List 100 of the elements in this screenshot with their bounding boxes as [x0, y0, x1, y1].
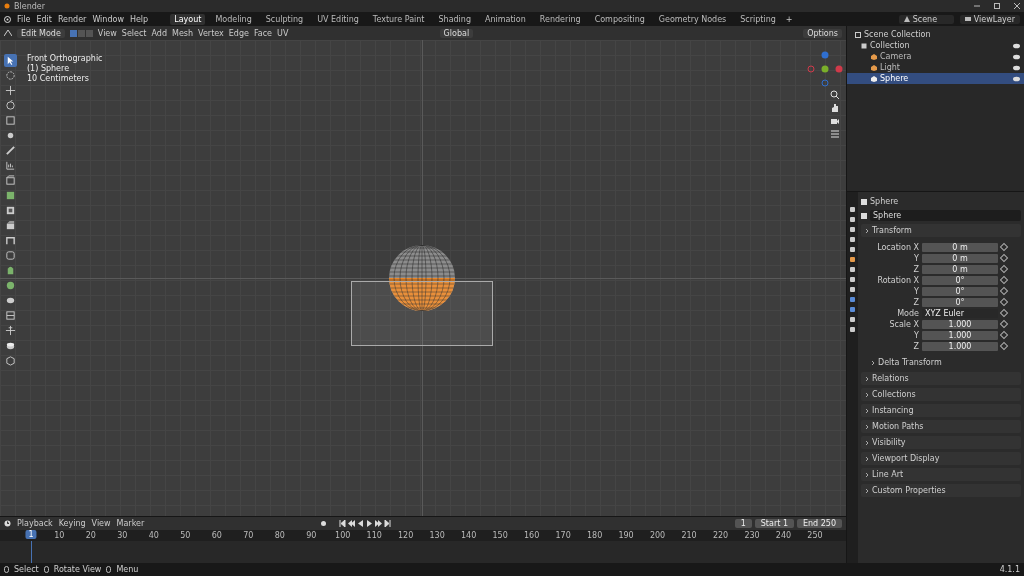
menu-item[interactable]: Marker	[116, 519, 145, 528]
outliner-item[interactable]: Sphere	[880, 74, 909, 83]
outliner-item[interactable]: Scene Collection	[864, 30, 931, 39]
number-field[interactable]: 0 m	[922, 264, 998, 274]
section-header[interactable]: Transform	[861, 224, 1021, 237]
tool-button[interactable]	[4, 309, 17, 322]
number-field[interactable]: 1.000	[922, 319, 998, 329]
number-field[interactable]: 0 m	[922, 253, 998, 263]
select-mode-button[interactable]	[69, 29, 77, 37]
maximize-icon[interactable]	[994, 3, 1000, 9]
play-icon[interactable]	[366, 520, 374, 527]
section-header[interactable]: Line Art	[861, 468, 1021, 481]
section-header[interactable]: Collections	[861, 388, 1021, 401]
number-field[interactable]: 0°	[922, 275, 998, 285]
grid-icon[interactable]	[830, 129, 840, 139]
menu-item[interactable]: Edge	[228, 28, 249, 38]
menu-item[interactable]: View	[97, 28, 117, 38]
tool-button[interactable]	[4, 189, 17, 202]
outliner-row[interactable]: Camera	[847, 51, 1024, 62]
tool-button[interactable]	[4, 174, 17, 187]
tool-button[interactable]	[4, 219, 17, 232]
workspace-tab[interactable]: Modeling	[211, 13, 256, 25]
hand-icon[interactable]	[830, 103, 840, 113]
workspace-tab[interactable]: Texture Paint	[368, 13, 429, 25]
tool-button[interactable]	[4, 234, 17, 247]
outliner-item[interactable]: Camera	[880, 52, 912, 61]
menu-item[interactable]: Mesh	[172, 28, 194, 38]
menu-item[interactable]: UV	[277, 28, 289, 38]
tool-button[interactable]	[4, 354, 17, 367]
number-field[interactable]: 0 m	[922, 242, 998, 252]
number-field[interactable]: 0°	[922, 286, 998, 296]
section-header[interactable]: Viewport Display	[861, 452, 1021, 465]
menu-item[interactable]: Playback	[17, 519, 53, 528]
start-frame-field[interactable]: Start 1	[754, 519, 794, 528]
number-field[interactable]: 1.000	[922, 341, 998, 351]
menu-item[interactable]: Window	[92, 14, 124, 24]
workspace-tab[interactable]: Rendering	[535, 13, 585, 25]
workspace-tab[interactable]: Sculpting	[261, 13, 308, 25]
minimize-icon[interactable]	[974, 3, 980, 9]
jump-end-icon[interactable]	[384, 520, 392, 527]
menu-item[interactable]: Vertex	[198, 28, 224, 38]
orientation-dropdown[interactable]: Global	[439, 28, 474, 38]
tool-button[interactable]	[4, 159, 17, 172]
view-layer-field[interactable]: ViewLayer	[959, 14, 1020, 24]
outliner-item[interactable]: Collection	[870, 41, 910, 50]
playhead-frame-badge[interactable]: 1	[25, 530, 37, 539]
previous-key-icon[interactable]	[348, 520, 356, 527]
zoom-icon[interactable]	[830, 90, 840, 100]
end-frame-field[interactable]: End 250	[796, 519, 842, 528]
section-header[interactable]: Motion Paths	[861, 420, 1021, 433]
workspace-tab[interactable]: Layout	[170, 13, 206, 25]
tool-button[interactable]	[4, 204, 17, 217]
menu-item[interactable]: Help	[129, 14, 149, 24]
close-icon[interactable]	[1014, 3, 1020, 9]
workspace-tab[interactable]: UV Editing	[313, 13, 363, 25]
play-reverse-icon[interactable]	[357, 520, 365, 527]
outliner-item[interactable]: Light	[880, 63, 900, 72]
menu-item[interactable]: File	[17, 14, 31, 24]
record-icon[interactable]	[320, 520, 328, 527]
workspace-tab[interactable]: Scripting	[736, 13, 780, 25]
section-header[interactable]: Visibility	[861, 436, 1021, 449]
navigation-gizmo[interactable]	[806, 50, 844, 88]
menu-item[interactable]: Face	[253, 28, 273, 38]
options-dropdown[interactable]: Options	[803, 28, 842, 38]
menu-item[interactable]: Keying	[58, 519, 86, 528]
workspace-tab[interactable]: Shading	[434, 13, 475, 25]
section-header[interactable]: Delta Transform	[867, 356, 1021, 369]
add-workspace-button[interactable]: +	[785, 14, 793, 24]
section-header[interactable]: Relations	[861, 372, 1021, 385]
jump-start-icon[interactable]	[339, 520, 347, 527]
camera-icon[interactable]	[830, 116, 840, 126]
menu-item[interactable]: Add	[151, 28, 167, 38]
frame-number: 40	[148, 531, 159, 540]
outliner-row[interactable]: Light	[847, 62, 1024, 73]
menu-item[interactable]: Render	[57, 14, 87, 24]
object-name-field[interactable]: Sphere	[870, 210, 1021, 221]
mode-dropdown[interactable]: Edit Mode	[17, 28, 65, 38]
workspace-tab[interactable]: Animation	[481, 13, 530, 25]
menu-item[interactable]: View	[91, 519, 111, 528]
tool-button[interactable]	[4, 144, 17, 157]
next-key-icon[interactable]	[375, 520, 383, 527]
tool-button[interactable]	[4, 84, 17, 97]
section-header[interactable]: Instancing	[861, 404, 1021, 417]
workspace-tab[interactable]: Compositing	[590, 13, 649, 25]
section-header[interactable]: Custom Properties	[861, 484, 1021, 497]
tool-button[interactable]	[4, 54, 17, 67]
tool-button[interactable]	[4, 99, 17, 112]
current-frame-field[interactable]: 1	[734, 519, 752, 528]
number-field[interactable]: 1.000	[922, 330, 998, 340]
workspace-tab[interactable]: Geometry Nodes	[654, 13, 731, 25]
outliner-row[interactable]: Sphere	[847, 73, 1024, 84]
menu-item[interactable]: Select	[121, 28, 147, 38]
menu-item[interactable]: Edit	[36, 14, 52, 24]
tool-button[interactable]	[4, 324, 17, 337]
tool-button[interactable]	[4, 249, 17, 262]
editor-type-icon[interactable]	[4, 29, 12, 37]
clock-icon[interactable]	[4, 520, 11, 527]
number-field[interactable]: 0°	[922, 297, 998, 307]
scene-field[interactable]: Scene	[898, 14, 954, 24]
tool-button[interactable]	[4, 279, 17, 292]
